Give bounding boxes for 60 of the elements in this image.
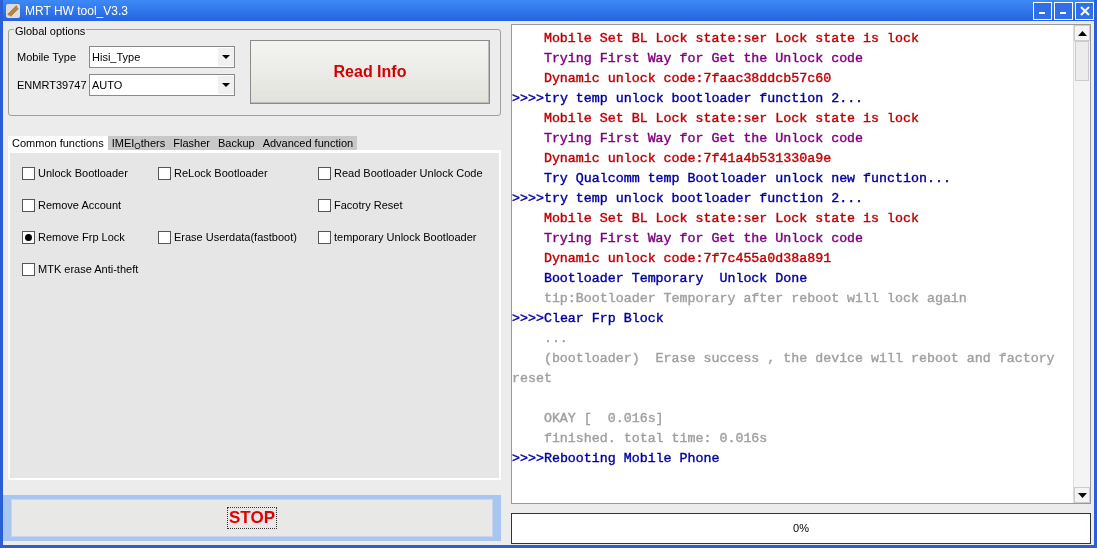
log-line: >>>>Clear Frp Block [512,310,665,328]
checkbox[interactable] [318,198,331,212]
app-icon [5,2,21,19]
checkbox[interactable] [318,166,331,180]
log-line: >>>>Rebooting Mobile Phone [512,450,721,468]
checkbox[interactable] [158,166,171,180]
log-line: Try Qualcomm temp Bootloader unlock new function... [542,170,952,188]
close-icon [1079,5,1090,16]
checkbox[interactable] [22,198,35,212]
checkbox[interactable] [22,262,35,276]
field-label: ENMRT39747 [17,77,88,93]
log-line: (bootloader) Erase success , the device will reboot and factory reset [512,350,1056,388]
log-line: finished. total time: 0.016s [542,430,769,448]
scroll-down-icon[interactable] [1074,487,1090,503]
log-line: Trying First Way for Get the Unlock code [542,50,865,68]
checkbox-option[interactable]: temporary Unlock Bootloader [318,229,477,245]
scrollbar[interactable] [1073,25,1090,503]
log-line: Bootloader Temporary Unlock Done [542,270,809,288]
log-line: Dynamic unlock code:7faac38ddcb57c60 [542,70,833,88]
log-line: Mobile Set BL Lock state:ser Lock state is lock [542,110,920,128]
log-line: Trying First Way for Get the Unlock code [542,230,865,248]
log-line: Dynamic unlock code:7f41a4b531330a9e [542,150,833,168]
checkbox[interactable] [22,230,35,244]
checkbox-option[interactable]: ReLock Bootloader [158,165,268,181]
log-line: ... [542,330,569,348]
checkbox-option[interactable]: MTK erase Anti-theft [22,261,139,277]
close-button[interactable] [1075,1,1094,20]
checkbox-option[interactable]: Read Bootloader Unlock Code [318,165,483,181]
log-line: tip:Bootloader Temporary after reboot will lock again [542,290,968,308]
checkbox-option[interactable]: Remove Frp Lock [22,229,125,245]
log-line: Trying First Way for Get the Unlock code [542,130,865,148]
checkbox-option[interactable]: Facotry Reset [318,197,403,213]
dropdown[interactable]: Hisi_Type [89,46,235,68]
checkbox-option[interactable]: Unlock Bootloader [22,165,128,181]
scroll-thumb[interactable] [1075,41,1089,81]
log-line: Mobile Set BL Lock state:ser Lock state is lock [542,210,920,228]
minimize-button[interactable] [1033,1,1052,20]
stop-button[interactable]: STOP [11,499,493,537]
log-line: >>>>try temp unlock bootloader function 2... [512,90,865,108]
scroll-up-icon[interactable] [1074,25,1090,41]
tab[interactable]: Flasher [169,136,214,150]
tab[interactable]: Advanced function [258,136,358,150]
window-title: MRT HW tool_V3.3 [25,2,129,20]
checkbox-option[interactable]: Remove Account [22,197,122,213]
minimize-button[interactable] [1054,1,1073,20]
tab[interactable]: Common functions [8,136,108,150]
tab[interactable]: IMEI$_{O}$thers [107,136,170,150]
log-line: OKAY [ 0.016s] [542,410,665,428]
checkbox-option[interactable]: Erase Userdata(fastboot) [158,229,297,245]
checkbox[interactable] [318,230,331,244]
log-line: >>>>try temp unlock bootloader function 2... [512,190,865,208]
tab[interactable]: Backup [213,136,259,150]
checkbox[interactable] [158,230,171,244]
dropdown[interactable]: AUTO [89,74,235,96]
read-info-button[interactable]: Read Info [250,40,490,104]
progress-text: 0% [793,521,809,537]
checkbox[interactable] [22,166,35,180]
field-label: Mobile Type [17,49,78,65]
log-line: Dynamic unlock code:7f7c455a0d38a891 [542,250,833,268]
log-line: Mobile Set BL Lock state:ser Lock state is lock [542,30,920,48]
